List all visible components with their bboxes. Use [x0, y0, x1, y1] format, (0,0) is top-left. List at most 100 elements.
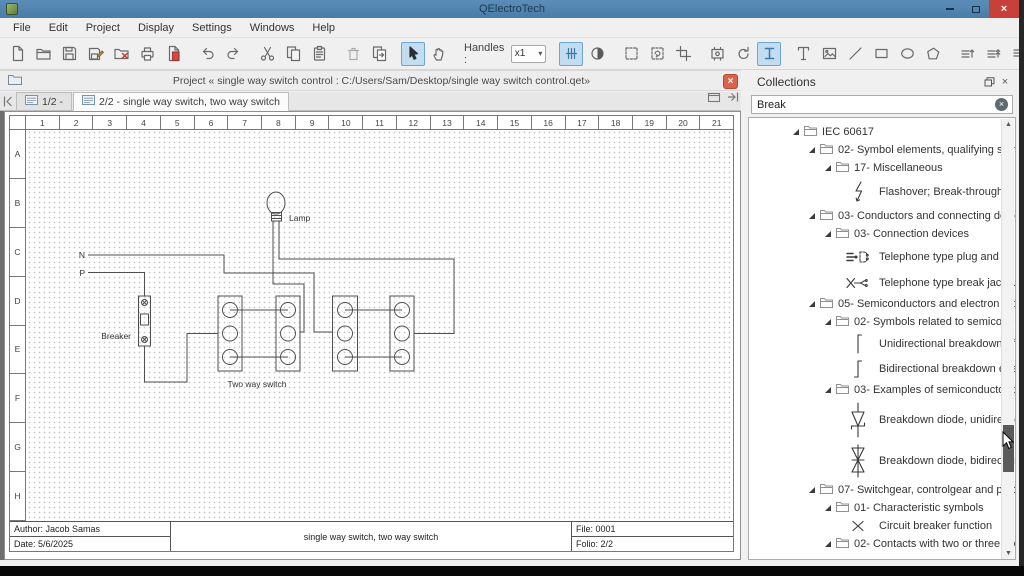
tree-item-unidirectional-breakdown-effect[interactable]: Unidirectional breakdown effect; ...: [749, 331, 1015, 357]
folder-open-button[interactable]: [31, 42, 55, 66]
delete-button[interactable]: [341, 42, 365, 66]
tree-item-07-switchgear-controlgear-and-protect[interactable]: 07- Switchgear, controlgear and protect.…: [749, 481, 1015, 499]
grid-button[interactable]: [559, 42, 583, 66]
tree-item-circuit-breaker-function[interactable]: Circuit breaker function: [749, 517, 1015, 535]
tree-scrollbar[interactable]: ▲ ▼: [1001, 119, 1014, 560]
print-button[interactable]: [135, 42, 159, 66]
selection-dashed-button[interactable]: [619, 42, 643, 66]
folder-icon: [836, 499, 849, 517]
expand-arrow-icon[interactable]: [825, 165, 831, 171]
expand-arrow-icon[interactable]: [825, 505, 831, 511]
collections-tree: IEC 6061702- Symbol elements, qualifying…: [748, 117, 1016, 560]
add-text-button[interactable]: [791, 42, 815, 66]
raise-top-button[interactable]: [981, 42, 1005, 66]
title-block: Author: Jacob Samas Date: 5/6/2025 singl…: [10, 521, 733, 551]
menu-help[interactable]: Help: [303, 18, 344, 38]
paste-special-button[interactable]: [367, 42, 391, 66]
expand-arrow-icon[interactable]: [825, 541, 831, 547]
paste-button[interactable]: [307, 42, 331, 66]
add-ellipse-button[interactable]: [895, 42, 919, 66]
close-panel-icon[interactable]: ×: [997, 74, 1013, 90]
add-line-button[interactable]: [843, 42, 867, 66]
tree-item-03-examples-of-semiconductor-dio[interactable]: 03- Examples of semiconductor dio...: [749, 381, 1015, 399]
scroll-down-icon[interactable]: ▼: [1002, 548, 1015, 560]
menu-file[interactable]: File: [4, 18, 40, 38]
copy-button[interactable]: [281, 42, 305, 66]
tree-item-telephone-type-break-jack[interactable]: Telephone type break jack...: [749, 271, 1015, 295]
project-close-button[interactable]: ×: [723, 74, 738, 89]
save-as-button[interactable]: [83, 42, 107, 66]
expand-arrow-icon[interactable]: [809, 487, 815, 493]
tab-1-2[interactable]: 1/2 -: [16, 92, 72, 110]
add-rectangle-button[interactable]: [869, 42, 893, 66]
undo-button[interactable]: [195, 42, 219, 66]
tree-item-03-connection-devices[interactable]: 03- Connection devices: [749, 225, 1015, 243]
expand-arrow-icon[interactable]: [809, 213, 815, 219]
folio-list-icon[interactable]: [707, 90, 721, 108]
tree-item-17-miscellaneous[interactable]: 17- Miscellaneous: [749, 159, 1015, 177]
pan-hand-button[interactable]: [427, 42, 451, 66]
folder-icon: [820, 207, 833, 225]
tree-item-label: 03- Connection devices: [854, 228, 969, 240]
tree-item-iec-60617[interactable]: IEC 60617: [749, 123, 1015, 141]
expand-arrow-icon[interactable]: [809, 301, 815, 307]
tree-item-label: 02- Symbols related to semiconduct...: [854, 316, 1016, 328]
add-terminal-button[interactable]: [757, 42, 781, 66]
rotate-selection-button[interactable]: [645, 42, 669, 66]
save-as-icon: [87, 45, 104, 62]
cut-button[interactable]: [255, 42, 279, 66]
crop-frame-button[interactable]: [671, 42, 695, 66]
menu-settings[interactable]: Settings: [183, 18, 241, 38]
minimize-button[interactable]: [937, 0, 963, 18]
menu-display[interactable]: Display: [129, 18, 183, 38]
close-button[interactable]: ×: [989, 0, 1019, 18]
export-red-button[interactable]: [161, 42, 185, 66]
menu-edit[interactable]: Edit: [40, 18, 77, 38]
scroll-up-icon[interactable]: ▲: [1002, 119, 1015, 131]
raise-forward-button[interactable]: [955, 42, 979, 66]
handles-select[interactable]: x1▾: [511, 45, 547, 63]
expand-arrow-icon[interactable]: [825, 319, 831, 325]
tree-item-05-semiconductors-and-electron-tubes[interactable]: 05- Semiconductors and electron tubes: [749, 295, 1015, 313]
tree-item-02-symbol-elements-qualifying-symbol[interactable]: 02- Symbol elements, qualifying symbol..…: [749, 141, 1015, 159]
tree-item-01-characteristic-symbols[interactable]: 01- Characteristic symbols: [749, 499, 1015, 517]
save-button[interactable]: [57, 42, 81, 66]
tab-2-2-single-way-switch-two-way-switch[interactable]: 2/2 - single way switch, two way switch: [73, 92, 289, 111]
redo-button[interactable]: [221, 42, 245, 66]
crop-frame-icon: [675, 45, 692, 62]
search-input[interactable]: [752, 99, 995, 111]
close-file-button[interactable]: [109, 42, 133, 66]
element-editor-button[interactable]: [705, 42, 729, 66]
diagram-canvas[interactable]: 123456789101112131415161718192021 ABCDEF…: [4, 111, 741, 560]
expand-arrow-icon[interactable]: [809, 147, 815, 153]
ruler-row-f: F: [10, 374, 25, 423]
tree-item-telephone-type-plug-and-j[interactable]: Telephone type plug and j...: [749, 243, 1015, 271]
tree-item-03-conductors-and-connecting-devices[interactable]: 03- Conductors and connecting devices: [749, 207, 1015, 225]
tree-item-breakdown-diode-bidirectional[interactable]: Breakdown diode, bidirectional: [749, 441, 1015, 481]
expand-arrow-icon[interactable]: [793, 129, 799, 135]
add-polygon-button[interactable]: [921, 42, 945, 66]
maximize-button[interactable]: [963, 0, 989, 18]
tree-item-bidirectional-breakdown-effect[interactable]: Bidirectional breakdown effect: [749, 357, 1015, 381]
tree-item-breakdown-diode-unidirectio[interactable]: Breakdown diode, unidirectio...: [749, 399, 1015, 441]
menu-windows[interactable]: Windows: [241, 18, 304, 38]
select-arrow-button[interactable]: [401, 42, 425, 66]
expand-arrow-icon[interactable]: [825, 231, 831, 237]
contrast-button[interactable]: [585, 42, 609, 66]
float-panel-icon[interactable]: [981, 74, 997, 90]
tab-scroll-right-button[interactable]: [727, 90, 739, 108]
tree-item-02-contacts-with-two-or-three-posit[interactable]: 02- Contacts with two or three posit...: [749, 535, 1015, 553]
title-bar: QElectroTech ×: [0, 0, 1024, 18]
file-new-button[interactable]: [5, 42, 29, 66]
tab-scroll-left-button[interactable]: [0, 93, 16, 110]
expand-arrow-icon[interactable]: [825, 387, 831, 393]
tree-item-flashover-break-through[interactable]: Flashover; Break-through: [749, 177, 1015, 207]
rotate-arrow-button[interactable]: [731, 42, 755, 66]
clear-search-button[interactable]: ×: [995, 98, 1008, 111]
add-image-button[interactable]: [817, 42, 841, 66]
screen-right-edge: [1019, 0, 1024, 576]
menu-project[interactable]: Project: [77, 18, 129, 38]
tree-item-02-symbols-related-to-semiconduct[interactable]: 02- Symbols related to semiconduct...: [749, 313, 1015, 331]
collections-panel: Collections × × IEC 6061702- Symbol elem…: [745, 70, 1019, 566]
ruler-row-g: G: [10, 423, 25, 472]
